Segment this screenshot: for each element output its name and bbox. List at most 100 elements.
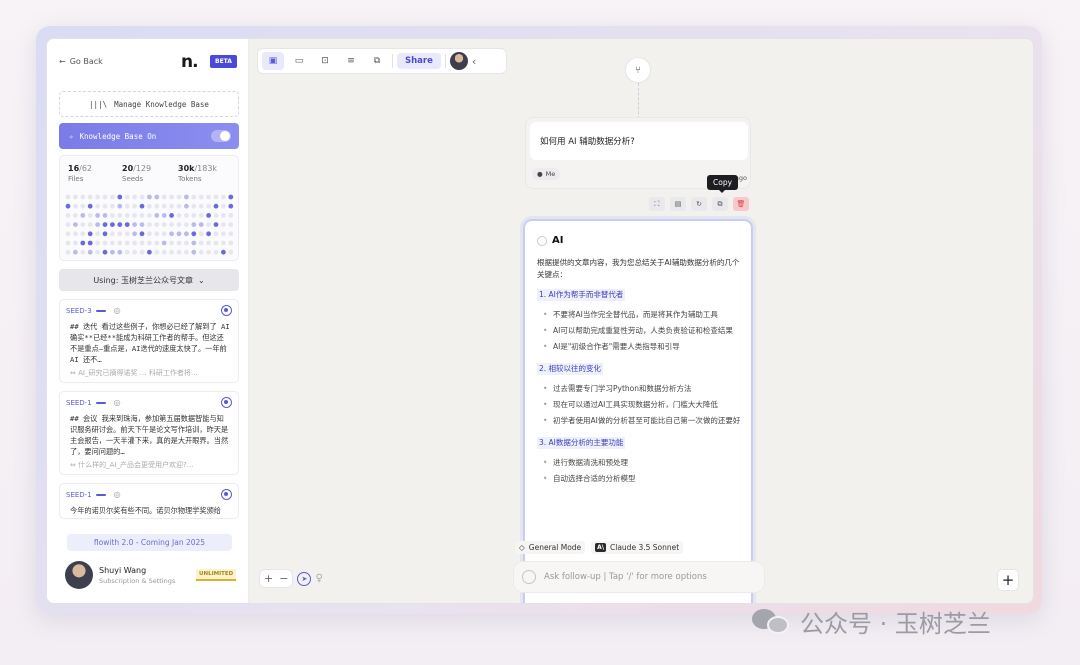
section-list: 进行数据清洗和预处理 自动选择合适的分析模型 — [543, 457, 745, 485]
seed-dot — [65, 203, 71, 209]
seed-dot — [154, 194, 160, 200]
seed-dot — [176, 194, 182, 200]
user-name: Shuyi Wang — [99, 565, 147, 575]
seed-dot — [87, 222, 93, 227]
seed-dot — [124, 222, 130, 227]
seed-dot — [213, 240, 219, 246]
seed-dot — [139, 231, 145, 237]
seed-dot — [117, 194, 123, 200]
seed-dot — [184, 249, 189, 255]
ai-intro: 根据提供的文章内容，我为您总结关于AI辅助数据分析的几个关键点： — [537, 258, 740, 279]
document-icon[interactable]: ▤ — [670, 197, 686, 211]
using-kb-select[interactable]: Using: 玉树芝兰公众号文章 ⌄ — [59, 269, 239, 291]
ai-response-content: 根据提供的文章内容，我为您总结关于AI辅助数据分析的几个关键点： 1. AI作为… — [537, 257, 745, 493]
seed-dot — [154, 203, 160, 209]
stat-tokens-label: Tokens — [178, 175, 202, 183]
seed-dot — [213, 249, 219, 255]
eye-icon[interactable]: ◎ — [114, 490, 121, 499]
copy-icon[interactable]: ⧉ — [712, 197, 728, 211]
seed-dot — [124, 249, 130, 255]
list-icon[interactable]: ≡ — [340, 52, 362, 70]
seed-select-radio[interactable] — [221, 305, 232, 316]
seed-dot — [73, 194, 78, 200]
go-back-link[interactable]: ← Go Back — [59, 57, 103, 66]
seed-dot — [176, 240, 182, 246]
avatar[interactable] — [449, 52, 468, 70]
seed-dot — [221, 231, 226, 237]
seed-dot — [198, 240, 204, 246]
seed-dot — [176, 213, 182, 218]
branch-icon[interactable]: ⑂ — [625, 57, 651, 83]
chevron-left-icon[interactable]: ‹ — [472, 55, 476, 68]
seed-dot — [110, 231, 115, 237]
delete-icon[interactable]: 🗑 — [733, 197, 749, 211]
seed-dot — [154, 231, 160, 237]
toolbar-divider — [444, 54, 446, 68]
seed-dot — [95, 213, 100, 218]
seed-dot — [161, 213, 167, 218]
seed-dot — [132, 194, 137, 200]
seed-dot — [161, 249, 167, 255]
sidebar-toggle-icon[interactable]: ▣ — [262, 52, 284, 70]
connector-line — [638, 83, 639, 119]
section-heading: 2. 相较以往的变化 — [537, 363, 604, 375]
follow-up-input[interactable]: Ask follow-up | Tap '/' for more options — [513, 561, 765, 593]
seed-dot — [65, 213, 71, 218]
seed-dot — [95, 194, 100, 200]
lightbulb-icon[interactable]: ♀ — [315, 573, 322, 584]
seed-dot — [87, 203, 93, 209]
seed-dot — [213, 222, 219, 227]
toolbar-divider — [392, 54, 393, 68]
manage-knowledge-base-button[interactable]: |||\ Manage Knowledge Base — [59, 91, 239, 117]
zoom-out-icon[interactable]: − — [279, 572, 288, 585]
seed-card[interactable]: SEED-1 ◎ ## 会议 我来到珠海，参加第五届数据智能与知识服务研讨会。前… — [59, 391, 239, 475]
model-select[interactable]: A\ Claude 3.5 Sonnet — [591, 541, 684, 554]
seed-dot — [132, 222, 137, 227]
list-item: 不要将AI当作完全替代品，而是将其作为辅助工具 — [543, 309, 745, 321]
seed-dot — [221, 240, 226, 246]
stat-seeds: 20/129 Seeds — [122, 164, 151, 183]
seed-dot — [184, 240, 189, 246]
seed-card[interactable]: SEED-1 ◎ 今年的诺贝尔奖有些不同。诺贝尔物理学奖颁给了… — [59, 483, 239, 519]
add-node-button[interactable]: + — [997, 569, 1019, 591]
seed-dot — [191, 194, 197, 200]
seed-dot — [65, 249, 71, 255]
copy-icon[interactable]: ⧉ — [366, 52, 388, 70]
user-settings[interactable]: Shuyi Wang Subscription & Settings — [65, 561, 175, 589]
kb-toggle-switch[interactable] — [211, 130, 231, 142]
mode-select[interactable]: ◇ General Mode — [515, 541, 586, 554]
status-circle-icon — [522, 570, 536, 584]
seed-dot — [176, 231, 182, 237]
seed-dot — [169, 213, 174, 218]
zoom-in-icon[interactable]: + — [264, 572, 273, 585]
seed-dot — [110, 194, 115, 200]
present-icon[interactable]: ⊡ — [314, 52, 336, 70]
seed-body: 今年的诺贝尔奖有些不同。诺贝尔物理学奖颁给了… — [70, 506, 221, 518]
chat-icon[interactable]: ▭ — [288, 52, 310, 70]
seed-dot — [73, 222, 78, 227]
seed-dot — [213, 194, 219, 200]
eye-icon[interactable]: ◎ — [114, 306, 121, 315]
seed-tag: SEED-1 — [66, 490, 92, 499]
stat-files: 16/62 Files — [68, 164, 92, 183]
seed-dot — [161, 194, 167, 200]
compass-icon[interactable]: ➤ — [297, 571, 312, 586]
using-kb-label: Using: 玉树芝兰公众号文章 — [93, 275, 193, 285]
list-item: AI可以帮助完成重复性劳动，人类负责验证和检查结果 — [543, 325, 745, 337]
expand-icon[interactable]: ⛶ — [649, 197, 665, 211]
seed-dot — [221, 222, 226, 227]
seed-dot — [102, 203, 108, 209]
share-button[interactable]: Share — [397, 53, 441, 69]
seed-dot — [65, 231, 71, 237]
section-list: 过去需要专门学习Python和数据分析方法 现在可以通过AI工具实现数据分析，门… — [543, 383, 745, 427]
seed-dot — [102, 231, 108, 237]
eye-icon[interactable]: ◎ — [114, 398, 121, 407]
knowledge-base-toggle-row[interactable]: ✧ Knowledge Base On — [59, 123, 239, 149]
flowith-announcement[interactable]: flowith 2.0 - Coming Jan 2025 — [67, 534, 232, 551]
seed-dot — [139, 203, 145, 209]
seed-card[interactable]: SEED-3 ◎ ## 迭代 看过这些例子，你想必已经了解到了 AI 确实**已… — [59, 299, 239, 383]
seed-dot — [65, 194, 71, 200]
seed-select-radio[interactable] — [221, 397, 232, 408]
refresh-icon[interactable]: ↻ — [691, 197, 707, 211]
seed-select-radio[interactable] — [221, 489, 232, 500]
